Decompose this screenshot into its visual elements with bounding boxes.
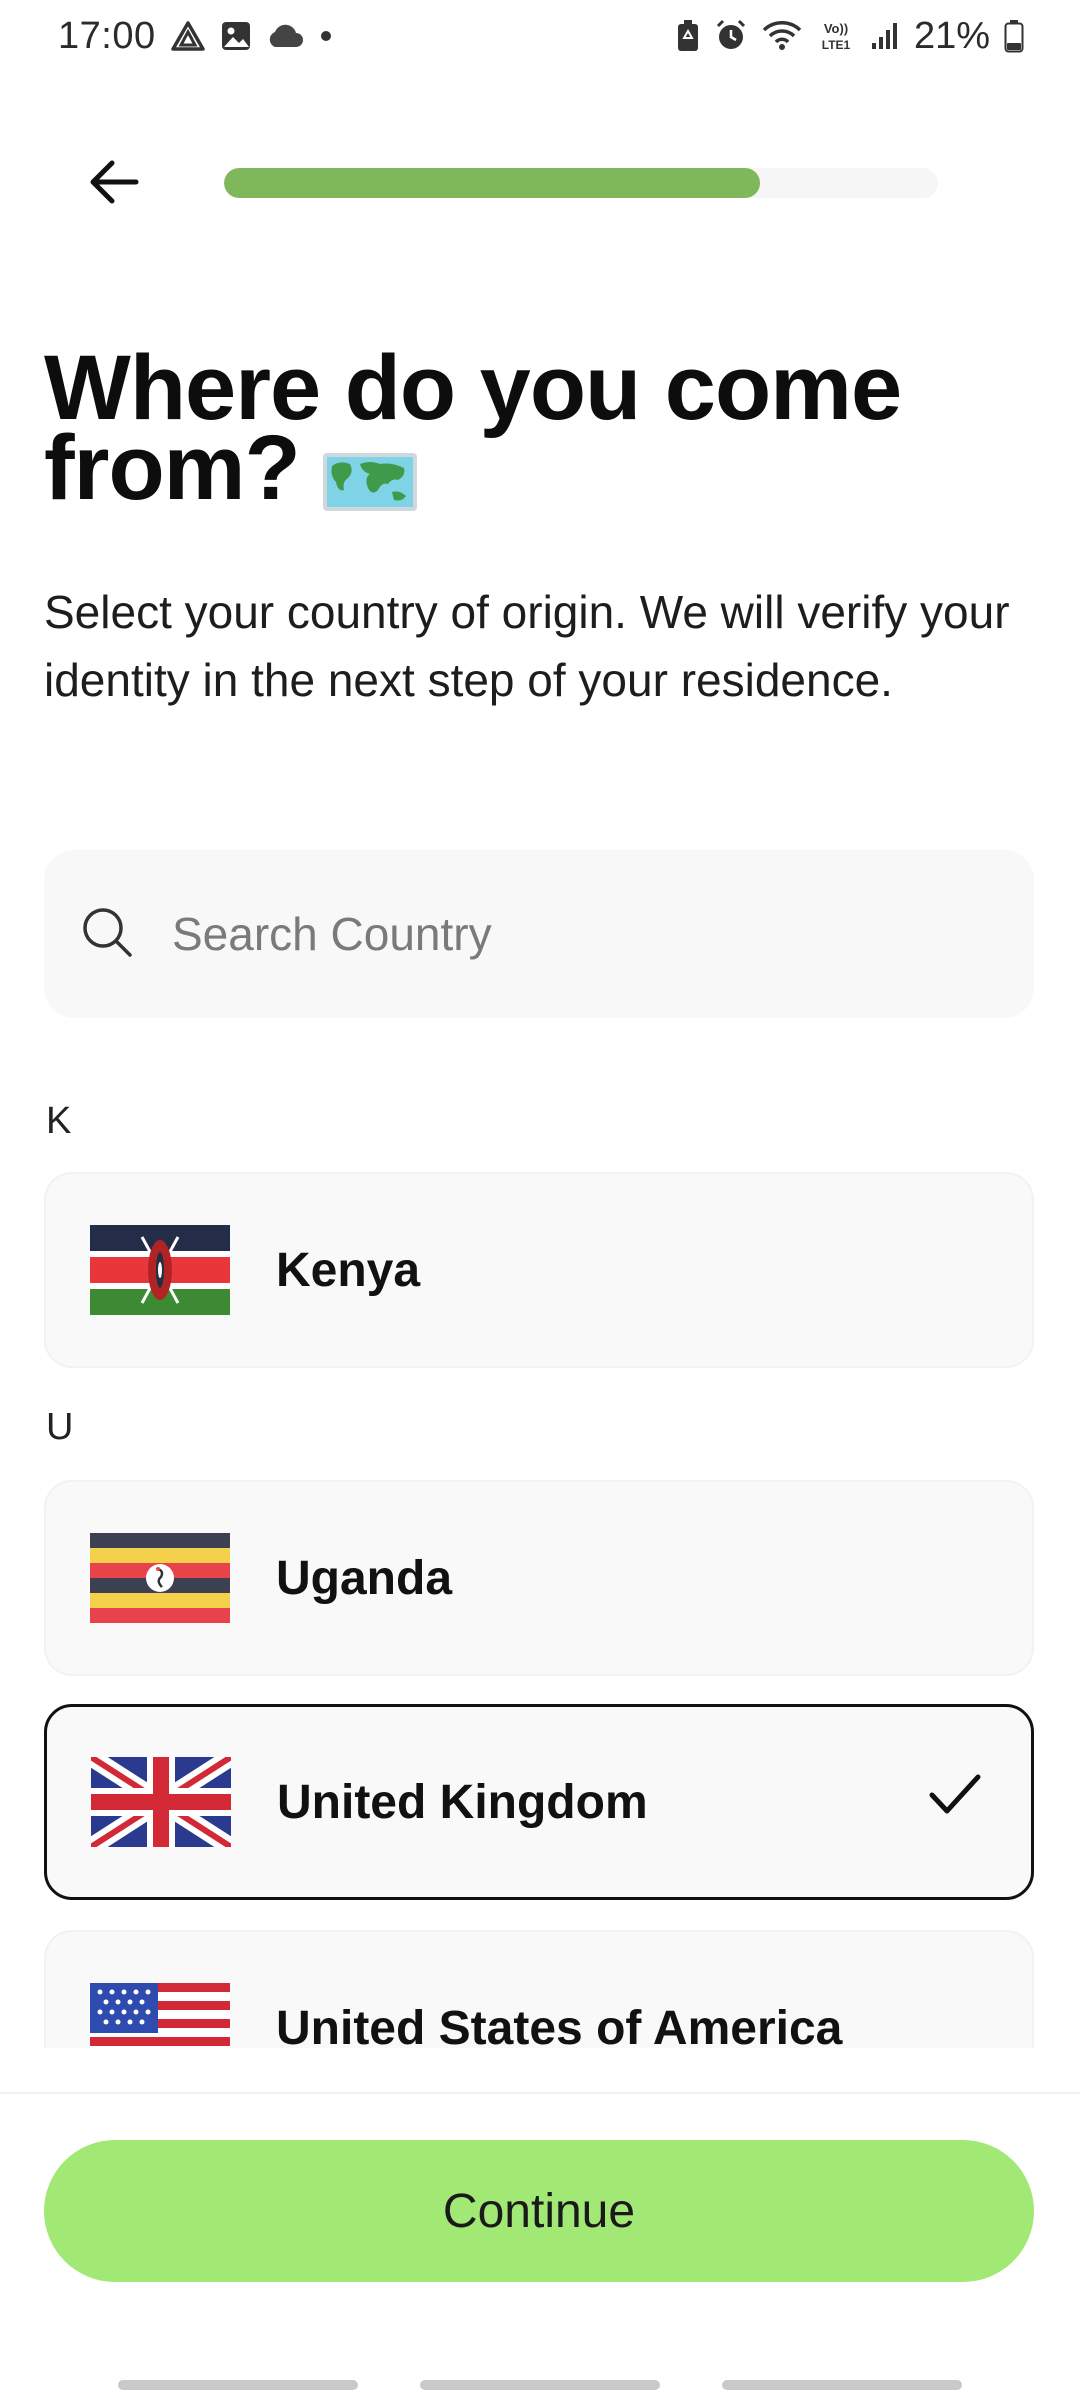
dot-icon [318, 28, 334, 44]
arrow-left-icon [88, 158, 140, 211]
status-time: 17:00 [58, 14, 156, 57]
nav-home[interactable] [420, 2380, 660, 2390]
gallery-icon [220, 20, 252, 52]
svg-text:Vo)): Vo)) [824, 21, 848, 36]
title-line-1: Where do you come [44, 337, 902, 439]
search-icon [80, 905, 134, 964]
country-item-uganda[interactable]: Uganda [44, 1480, 1034, 1676]
battery-icon [1004, 19, 1024, 53]
battery-saver-icon [676, 19, 700, 53]
nav-recent-apps[interactable] [118, 2380, 358, 2390]
country-name: Kenya [276, 1243, 421, 1297]
wifi-icon [762, 20, 802, 52]
country-name: United Kingdom [277, 1775, 648, 1829]
title-line-2-row: from? [44, 417, 1044, 519]
country-name: Uganda [276, 1551, 453, 1605]
uk-flag-icon [91, 1757, 231, 1847]
cloud-icon [266, 23, 304, 49]
section-header-u: U [46, 1406, 74, 1448]
country-item-kenya[interactable]: Kenya [44, 1172, 1034, 1368]
continue-button[interactable]: Continue [44, 2140, 1034, 2282]
drive-icon [170, 20, 206, 52]
title-line-2: from? [44, 417, 301, 519]
world-map-icon [322, 441, 418, 511]
bottom-divider [0, 2092, 1080, 2094]
country-list[interactable]: K Kenya U Uganda United Kingdom United S… [0, 1060, 1080, 2048]
country-item-united-kingdom[interactable]: United Kingdom [44, 1704, 1034, 1900]
country-item-united-states[interactable]: United States of America [44, 1930, 1034, 2048]
check-icon [927, 1771, 983, 1824]
uganda-flag-icon [90, 1533, 230, 1623]
status-right: Vo)) LTE1 21% [676, 15, 1024, 58]
kenya-flag-icon [90, 1225, 230, 1315]
svg-text:LTE1: LTE1 [822, 38, 851, 52]
country-name: United States of America [276, 2001, 843, 2049]
volte-icon: Vo)) LTE1 [816, 19, 856, 53]
page-subtitle: Select your country of origin. We will v… [44, 586, 1010, 706]
battery-percent: 21% [913, 14, 990, 57]
page-title: Where do you come from? [44, 337, 1044, 519]
search-box[interactable] [44, 850, 1034, 1018]
status-left: 17:00 [58, 15, 334, 58]
search-input[interactable] [172, 907, 992, 961]
nav-back[interactable] [722, 2380, 962, 2390]
section-header-k: K [46, 1100, 72, 1142]
progress-fill [224, 168, 760, 198]
alarm-icon [714, 19, 748, 53]
signal-icon [870, 21, 900, 51]
progress-bar [224, 168, 938, 198]
status-bar: 17:00 Vo)) LTE1 21% [0, 0, 1080, 72]
screen: 17:00 Vo)) LTE1 21% Where do you come fr… [0, 0, 1080, 2408]
usa-flag-icon [90, 1983, 230, 2048]
back-button[interactable] [72, 148, 156, 220]
